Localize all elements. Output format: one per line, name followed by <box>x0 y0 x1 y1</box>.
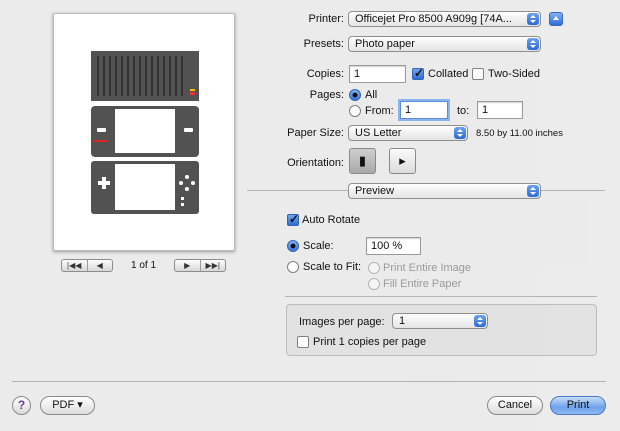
paper-dimensions: 8.50 by 11.00 inches <box>476 128 563 139</box>
landscape-person-icon: ▸ <box>399 153 406 168</box>
next-page-icon[interactable]: ▶ <box>175 260 200 271</box>
print-entire-image-label: Print Entire Image <box>383 262 472 274</box>
pages-from-radio[interactable] <box>349 105 361 117</box>
collapse-details-button[interactable] <box>549 12 563 26</box>
pager-forward-buttons[interactable]: ▶ ▶▶| <box>174 259 226 272</box>
pages-label: Pages: <box>309 89 344 101</box>
options-divider <box>285 296 597 297</box>
paper-size-label: Paper Size: <box>287 127 344 139</box>
collated-checkbox[interactable] <box>412 66 424 80</box>
scale-label: Scale: <box>303 240 334 252</box>
scale-to-fit-radio[interactable] <box>287 261 299 273</box>
scale-field[interactable]: 100 % <box>366 237 421 255</box>
cancel-button[interactable]: Cancel <box>487 396 543 415</box>
auto-rotate-checkbox[interactable] <box>287 212 299 226</box>
paper-size-value: US Letter <box>355 127 402 139</box>
two-sided-checkbox[interactable] <box>472 68 484 80</box>
fill-entire-paper-radio[interactable] <box>368 278 380 290</box>
printer-label: Printer: <box>308 13 344 25</box>
section-popup[interactable]: Preview <box>348 183 541 199</box>
pager-back-buttons[interactable]: |◀◀ ◀ <box>61 259 113 272</box>
presets-popup[interactable]: Photo paper <box>348 36 541 52</box>
scale-radio[interactable] <box>287 240 299 252</box>
pages-all-label: All <box>365 89 378 101</box>
two-sided-label: Two-Sided <box>488 68 540 80</box>
layout-group <box>286 304 597 356</box>
page-count: 1 of 1 <box>131 260 157 271</box>
preview-skin-bottom <box>91 161 199 214</box>
footer-divider <box>12 381 606 382</box>
copies-label: Copies: <box>306 68 344 80</box>
pages-from-field[interactable]: 1 <box>400 101 448 119</box>
previous-page-icon[interactable]: ◀ <box>86 260 113 271</box>
auto-rotate-label: Auto Rotate <box>302 214 361 226</box>
collated-label: Collated <box>428 68 469 80</box>
pages-to-label: to: <box>457 105 470 117</box>
portrait-person-icon: ▮ <box>358 153 367 168</box>
preview-skin-top <box>91 51 199 101</box>
pdf-menu-button[interactable]: PDF ▾ <box>40 396 95 415</box>
orientation-label: Orientation: <box>287 157 344 169</box>
copies-per-page-checkbox[interactable] <box>297 336 309 348</box>
scale-to-fit-label: Scale to Fit: <box>303 261 362 273</box>
pages-all-radio[interactable] <box>349 89 361 101</box>
popup-arrows-icon <box>454 127 466 139</box>
images-per-page-label: Images per page: <box>299 316 385 328</box>
print-preview-page <box>53 13 235 251</box>
print-entire-image-radio[interactable] <box>368 262 380 274</box>
popup-arrows-icon <box>474 315 486 327</box>
fill-entire-paper-label: Fill Entire Paper <box>383 278 462 290</box>
print-dialog: |◀◀ ◀ 1 of 1 ▶ ▶▶| Printer: Officejet Pro … <box>0 0 620 431</box>
section-value: Preview <box>355 185 395 197</box>
help-button[interactable]: ? <box>12 396 31 415</box>
popup-arrows-icon <box>527 13 539 25</box>
paper-size-popup[interactable]: US Letter <box>348 125 468 141</box>
images-per-page-value: 1 <box>399 315 406 327</box>
copies-per-page-label: Print 1 copies per page <box>313 336 427 348</box>
first-page-icon[interactable]: |◀◀ <box>62 260 87 271</box>
preview-skin-middle <box>91 106 199 157</box>
presets-label: Presets: <box>303 38 344 50</box>
last-page-icon[interactable]: ▶▶| <box>199 260 226 271</box>
printer-value: Officejet Pro 8500 A909g [74A... <box>355 13 512 25</box>
popup-arrows-icon <box>527 185 539 197</box>
pages-from-label: From: <box>365 105 394 117</box>
presets-value: Photo paper <box>355 38 415 50</box>
landscape-orientation-button[interactable]: ▸ <box>389 148 416 174</box>
printer-popup[interactable]: Officejet Pro 8500 A909g [74A... <box>348 11 541 27</box>
print-button[interactable]: Print <box>550 396 606 415</box>
pages-to-field[interactable]: 1 <box>477 101 523 119</box>
portrait-orientation-button[interactable]: ▮ <box>349 148 376 174</box>
copies-field[interactable]: 1 <box>349 65 406 83</box>
images-per-page-popup[interactable]: 1 <box>392 313 488 329</box>
popup-arrows-icon <box>527 38 539 50</box>
